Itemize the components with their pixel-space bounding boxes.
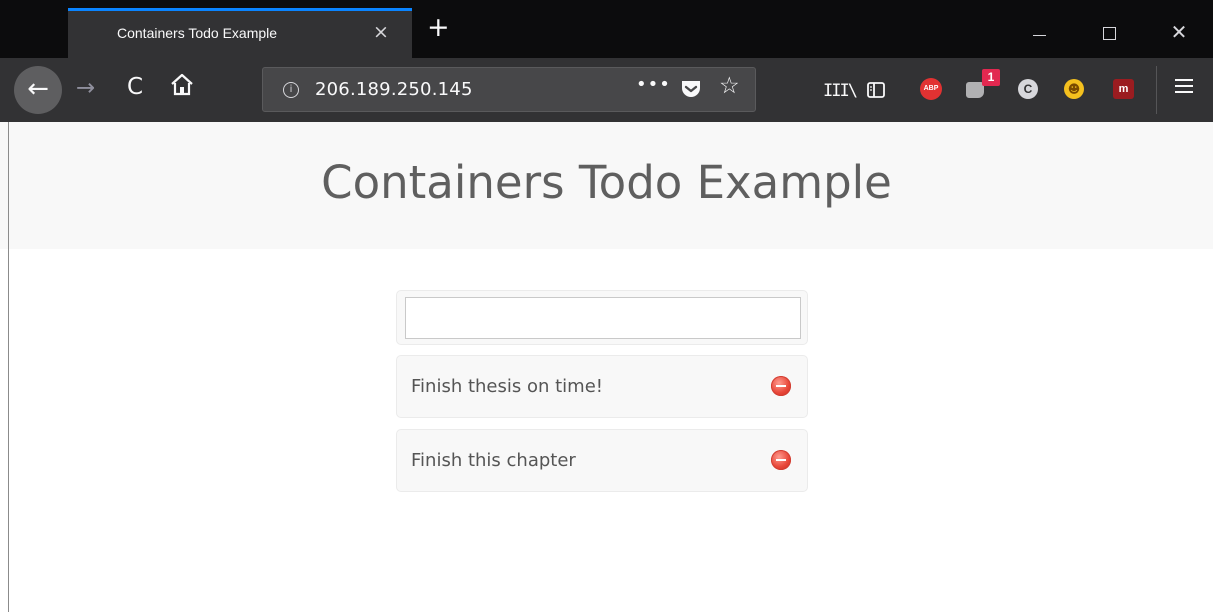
hamburger-menu-icon[interactable]: [1175, 79, 1193, 93]
tab-active[interactable]: Containers Todo Example ×: [68, 8, 412, 58]
url-bar[interactable]: i 206.189.250.145 ••• ☆: [262, 67, 756, 112]
todo-label: Finish this chapter: [411, 450, 576, 471]
page-title: Containers Todo Example: [321, 156, 892, 209]
maximize-button[interactable]: [1095, 20, 1125, 50]
home-icon[interactable]: [169, 72, 195, 98]
tab-strip: Containers Todo Example × + ✕: [0, 0, 1213, 58]
back-button[interactable]: ←: [14, 66, 62, 114]
bookmark-star-icon[interactable]: ☆: [719, 73, 740, 99]
site-info-icon[interactable]: i: [283, 82, 299, 98]
page-actions-button[interactable]: •••: [636, 74, 671, 95]
window-border: [8, 122, 9, 612]
navigation-toolbar: ← → C i 206.189.250.145 ••• ☆ III\ ABP 1…: [0, 58, 1213, 122]
tab-close-icon[interactable]: ×: [373, 21, 389, 43]
forward-button[interactable]: →: [76, 75, 95, 101]
remove-todo-icon[interactable]: [771, 450, 791, 470]
smiley-extension-icon[interactable]: ☻: [1064, 79, 1084, 99]
new-todo-input[interactable]: [405, 297, 801, 339]
url-text[interactable]: 206.189.250.145: [315, 79, 473, 100]
new-tab-button[interactable]: +: [427, 14, 450, 41]
window-close-button[interactable]: ✕: [1164, 22, 1194, 52]
reload-button[interactable]: C: [127, 74, 143, 100]
page-content: Containers Todo Example Finish thesis on…: [0, 122, 1213, 612]
extension-with-badge[interactable]: 1: [966, 69, 1000, 102]
c-extension-icon[interactable]: C: [1018, 79, 1038, 99]
new-todo-card: [396, 290, 808, 345]
remove-todo-icon[interactable]: [771, 376, 791, 396]
mendeley-extension-icon[interactable]: m: [1113, 79, 1134, 99]
todo-label: Finish thesis on time!: [411, 376, 604, 397]
page-header: Containers Todo Example: [0, 122, 1213, 249]
todo-item: Finish this chapter: [396, 429, 808, 492]
tab-title: Containers Todo Example: [117, 25, 278, 41]
minimize-button[interactable]: [1025, 20, 1055, 50]
library-icon[interactable]: III\: [823, 81, 858, 101]
adblock-plus-icon[interactable]: ABP: [920, 78, 942, 100]
toolbar-separator: [1156, 66, 1157, 114]
extension-badge: 1: [982, 69, 1000, 86]
sidebar-icon[interactable]: [867, 82, 885, 98]
todo-item: Finish thesis on time!: [396, 355, 808, 418]
pocket-icon[interactable]: [680, 79, 702, 99]
